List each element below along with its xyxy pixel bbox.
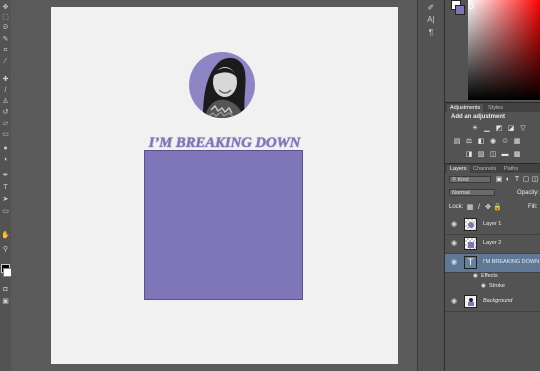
layer-name[interactable]: Layer 2 xyxy=(483,240,501,246)
opacity-label: Opacity: xyxy=(517,190,540,196)
portrait-photo-circle xyxy=(189,52,255,118)
visibility-eye-icon[interactable]: ◉ xyxy=(451,240,459,248)
document-canvas[interactable]: I’M BREAKING DOWN xyxy=(51,7,398,364)
gradient-map-icon[interactable]: ▬ xyxy=(501,151,509,158)
lasso-tool-icon[interactable]: ᘐ xyxy=(1,24,10,32)
fill-label: Fill: xyxy=(528,204,538,210)
effects-label: Effects xyxy=(481,273,498,279)
search-icon: ⚲ xyxy=(452,177,457,183)
document-workspace: I’M BREAKING DOWN xyxy=(11,0,417,371)
color-lookup-icon[interactable]: ▦ xyxy=(513,138,521,145)
headline-text: I’M BREAKING DOWN xyxy=(148,135,301,151)
pen-tool-icon[interactable]: ✒ xyxy=(1,172,10,180)
layer-thumbnail xyxy=(464,237,477,250)
layer-name[interactable]: Background xyxy=(483,298,512,304)
color-picker-field[interactable] xyxy=(468,0,540,100)
layer-thumbnail xyxy=(464,218,477,231)
tab-layers[interactable]: Layers xyxy=(447,165,470,173)
collapsed-panels-gutter: ✐ A| ¶ xyxy=(417,0,445,371)
tab-styles[interactable]: Styles xyxy=(485,104,506,112)
blend-mode-select[interactable]: Normal xyxy=(449,189,495,196)
add-adjustment-heading: Add an adjustment xyxy=(451,114,506,120)
brush-tool-icon[interactable]: / xyxy=(1,87,10,95)
tab-channels[interactable]: Channels xyxy=(470,165,499,173)
zoom-tool-icon[interactable]: ⚲ xyxy=(1,246,10,254)
lock-all-icon[interactable]: 🔒 xyxy=(493,204,502,211)
layer-filter-kind-select[interactable]: ⚲ Kind xyxy=(449,176,491,183)
path-select-tool-icon[interactable]: ➤ xyxy=(1,196,10,204)
black-white-icon[interactable]: ◧ xyxy=(477,138,485,145)
layer-row-layer-1[interactable]: ◉ Layer 1 xyxy=(445,216,540,235)
invert-icon[interactable]: ◨ xyxy=(465,151,473,158)
lock-position-icon[interactable]: ✥ xyxy=(484,204,492,211)
tab-adjustments[interactable]: Adjustments xyxy=(447,104,484,112)
brightness-icon[interactable]: ☀ xyxy=(471,125,479,132)
layer-row-text-layer[interactable]: ◉ T I'M BREAKING DOWN xyxy=(445,254,540,273)
color-swatch-area[interactable] xyxy=(451,0,465,15)
quick-select-tool-icon[interactable]: ✎ xyxy=(1,36,10,44)
layer-name[interactable]: Layer 1 xyxy=(483,221,501,227)
layer-row-background[interactable]: ◉ Background xyxy=(445,293,540,312)
lock-transparent-icon[interactable]: ▦ xyxy=(466,204,474,211)
hue-saturation-icon[interactable]: ▤ xyxy=(453,138,461,145)
lock-pixels-icon[interactable]: / xyxy=(475,204,483,211)
move-tool-icon[interactable]: ✥ xyxy=(1,4,10,12)
eyedropper-tool-icon[interactable]: ⁄ xyxy=(1,58,10,66)
type-layer-thumbnail: T xyxy=(464,256,477,269)
effects-row[interactable]: ◉ Effects xyxy=(445,273,540,282)
paragraph-icon[interactable]: ¶ xyxy=(426,28,436,38)
color-picker-cursor[interactable] xyxy=(468,3,474,9)
layer-name[interactable]: I'M BREAKING DOWN xyxy=(483,259,539,265)
history-brush-tool-icon[interactable]: ↺ xyxy=(1,109,10,117)
exposure-icon[interactable]: ◪ xyxy=(507,125,515,132)
healing-tool-icon[interactable]: ✚ xyxy=(1,76,10,84)
stroke-label: Stroke xyxy=(489,283,505,289)
background-swatch[interactable] xyxy=(455,5,465,15)
blur-tool-icon[interactable]: ● xyxy=(1,145,10,153)
gradient-tool-icon[interactable]: ▭ xyxy=(1,131,10,139)
character-icon[interactable]: A| xyxy=(426,15,436,25)
photo-filter-icon[interactable]: ◉ xyxy=(489,138,497,145)
screen-mode-icon[interactable]: ▣ xyxy=(1,298,10,306)
color-balance-icon[interactable]: ⚖ xyxy=(465,138,473,145)
purple-rectangle-shape xyxy=(144,150,303,300)
marquee-tool-icon[interactable]: ⬚ xyxy=(1,14,10,22)
vibrance-icon[interactable]: ▽ xyxy=(519,125,527,132)
visibility-eye-icon[interactable]: ◉ xyxy=(451,259,459,267)
eraser-tool-icon[interactable]: ▱ xyxy=(1,120,10,128)
stamp-tool-icon[interactable]: ♙ xyxy=(1,98,10,106)
background-layer-thumbnail xyxy=(464,295,477,308)
visibility-eye-icon[interactable]: ◉ xyxy=(451,298,459,306)
levels-icon[interactable]: ▁ xyxy=(483,125,491,132)
filter-shape-icon[interactable]: ▢ xyxy=(522,176,530,183)
shape-tool-icon[interactable]: ▭ xyxy=(1,208,10,216)
right-panels: Adjustments Styles Add an adjustment ☀ ▁… xyxy=(444,0,540,371)
type-tool-icon[interactable]: T xyxy=(1,184,10,192)
threshold-icon[interactable]: ◫ xyxy=(489,151,497,158)
tab-paths[interactable]: Paths xyxy=(501,165,521,173)
crop-tool-icon[interactable]: ⌗ xyxy=(1,47,10,55)
portrait-image xyxy=(203,57,246,118)
dodge-tool-icon[interactable]: ◖ xyxy=(1,156,10,164)
layers-tabbar: Layers Channels Paths xyxy=(445,163,540,173)
layer-row-layer-2[interactable]: ◉ Layer 2 xyxy=(445,235,540,254)
channel-mixer-icon[interactable]: ♲ xyxy=(501,138,509,145)
hand-tool-icon[interactable]: ✋ xyxy=(1,232,10,240)
filter-adjustment-icon[interactable]: ◐ xyxy=(504,176,512,183)
stroke-eye-icon[interactable]: ◉ xyxy=(481,283,486,289)
filter-kind-value: Kind xyxy=(457,177,469,183)
filter-pixel-icon[interactable]: ▣ xyxy=(495,176,503,183)
filter-type-icon[interactable]: T xyxy=(513,176,521,183)
effects-eye-icon[interactable]: ◉ xyxy=(473,273,478,279)
filter-smart-object-icon[interactable]: ◫ xyxy=(531,176,539,183)
selective-color-icon[interactable]: ▩ xyxy=(513,151,521,158)
stroke-effect-row[interactable]: ◉ Stroke xyxy=(445,283,540,292)
curves-icon[interactable]: ◩ xyxy=(495,125,503,132)
posterize-icon[interactable]: ▨ xyxy=(477,151,485,158)
adjustments-tabbar: Adjustments Styles xyxy=(445,102,540,112)
quick-mask-icon[interactable]: ◘ xyxy=(1,286,10,294)
visibility-eye-icon[interactable]: ◉ xyxy=(451,221,459,229)
lock-label: Lock: xyxy=(449,204,464,210)
history-icon[interactable]: ✐ xyxy=(426,3,436,13)
